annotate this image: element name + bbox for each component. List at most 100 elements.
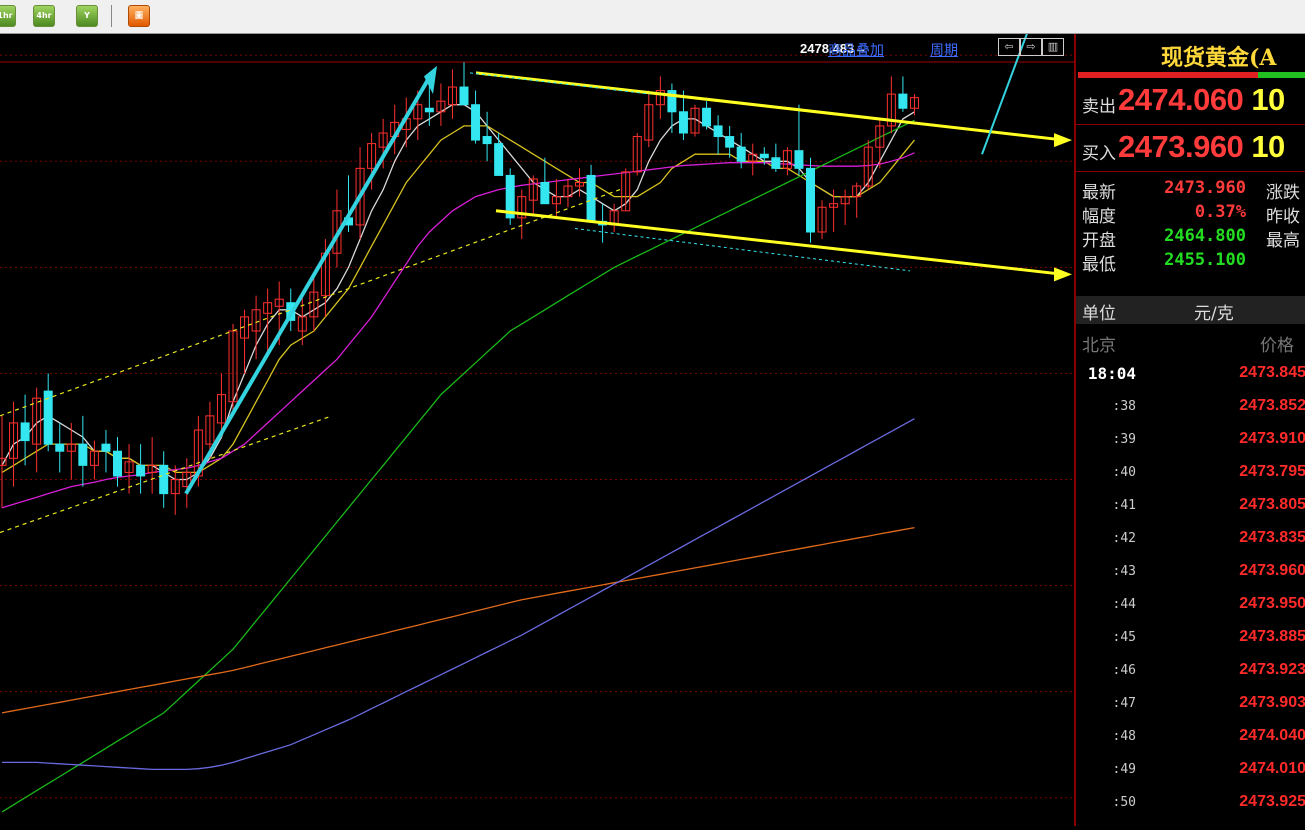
uptrend-channel-upper xyxy=(0,189,621,417)
stat-value-range: 0.37% xyxy=(1194,202,1246,222)
tick-time: :46 xyxy=(1112,663,1136,678)
descending-channel-upper xyxy=(475,71,1065,142)
candle-down xyxy=(471,104,481,141)
descending-channel-lower xyxy=(495,209,1065,276)
tick-price: 2473.950 xyxy=(1239,595,1305,612)
tick-price: 2473.903 xyxy=(1239,694,1305,711)
candle-down xyxy=(898,93,908,109)
impulse-arrowhead xyxy=(424,65,437,95)
buy-price-value: 2473.960 xyxy=(1118,129,1244,164)
scroll-right-icon[interactable]: ⇨ xyxy=(1020,38,1042,56)
year-chart-icon[interactable]: Y xyxy=(76,5,98,27)
arrowhead-upper xyxy=(1054,133,1072,148)
tick-price: 2473.910 xyxy=(1239,430,1305,447)
tick-time: :42 xyxy=(1112,531,1136,546)
toolbar-separator xyxy=(111,5,112,27)
arrowhead-lower xyxy=(1054,267,1072,282)
stat-value-low: 2455.100 xyxy=(1164,250,1246,270)
sell-row: 卖出 2474.060 10 xyxy=(1076,80,1305,125)
overlay-link[interactable]: 商品叠加 xyxy=(828,40,884,60)
tick-time: :49 xyxy=(1112,762,1136,777)
candle-down xyxy=(494,143,504,176)
stat-label-open: 开盘 xyxy=(1082,231,1116,251)
four-hour-chart-icon[interactable]: 4hr xyxy=(33,5,55,27)
moving-average-line xyxy=(1,152,915,509)
candle-down xyxy=(713,125,723,138)
candle-down xyxy=(736,146,746,162)
buy-row: 买入 2473.960 10 xyxy=(1076,127,1305,172)
tick-price: 2473.885 xyxy=(1239,628,1305,645)
sell-ratio-bar xyxy=(1078,72,1258,78)
unit-row: 单位 元/克 xyxy=(1076,296,1305,324)
window-controls: ⇦ ⇨ ▥ xyxy=(998,38,1068,56)
tick-time: :45 xyxy=(1112,630,1136,645)
candle-down xyxy=(482,136,492,145)
stat-label-prev-close: 昨收 xyxy=(1266,207,1300,227)
sell-qty: 10 xyxy=(1251,82,1285,117)
tick-price: 2473.805 xyxy=(1239,496,1305,513)
tick-price: 2474.010 xyxy=(1239,760,1305,777)
moving-average-line xyxy=(1,125,916,474)
candle-down xyxy=(20,422,30,442)
hour-chart-icon[interactable]: 1hr xyxy=(0,5,16,27)
candle-down xyxy=(78,443,88,466)
sell-label: 卖出 xyxy=(1082,97,1116,117)
buy-ratio-bar xyxy=(1258,72,1305,78)
instrument-title: 现货黄金(A xyxy=(1161,45,1277,71)
tick-price: 2473.923 xyxy=(1239,661,1305,678)
tick-price: 2473.925 xyxy=(1239,793,1305,810)
stat-label-latest: 最新 xyxy=(1082,183,1116,203)
price-column-header: 价格 xyxy=(1260,336,1294,356)
stat-label-range: 幅度 xyxy=(1082,207,1116,227)
grid-window-icon[interactable]: 圖 xyxy=(128,5,150,27)
stat-label-change: 涨跌 xyxy=(1266,183,1300,203)
scroll-left-icon[interactable]: ⇦ xyxy=(998,38,1020,56)
tick-price: 2473.795 xyxy=(1239,463,1305,480)
tick-price: 2473.845 xyxy=(1239,364,1305,381)
buy-price: 2473.960 10 xyxy=(1118,129,1285,165)
candle-down xyxy=(678,111,688,134)
panel-toggle-icon[interactable]: ▥ xyxy=(1042,38,1064,56)
tick-time: :38 xyxy=(1112,399,1136,414)
candle-down xyxy=(136,464,146,477)
tick-price: 2473.835 xyxy=(1239,529,1305,546)
period-link[interactable]: 周期 xyxy=(930,40,958,60)
buy-label: 买入 xyxy=(1082,144,1116,164)
candle-down xyxy=(771,157,781,169)
candle-down xyxy=(702,107,712,127)
candle-down xyxy=(759,153,769,159)
tick-time: :47 xyxy=(1112,696,1136,711)
tick-price: 2473.960 xyxy=(1239,562,1305,579)
tick-time: :50 xyxy=(1112,795,1136,810)
candlestick-chart: 2478.483→ xyxy=(0,0,1074,813)
toolbar: 1hr 4hr Y 圖 xyxy=(0,0,1305,34)
tick-time: :41 xyxy=(1112,498,1136,513)
quote-panel: 现货黄金(A 卖出 2474.060 10 买入 2473.960 10 最新 24… xyxy=(1074,34,1305,826)
buy-qty: 10 xyxy=(1251,129,1285,164)
tick-time: :43 xyxy=(1112,564,1136,579)
tick-time: :40 xyxy=(1112,465,1136,480)
stat-label-low: 最低 xyxy=(1082,255,1116,275)
tick-time: 18:04 xyxy=(1087,364,1136,383)
candle-down xyxy=(424,107,434,113)
candle-down xyxy=(586,174,596,222)
candle-down xyxy=(794,150,804,169)
candle-down xyxy=(725,136,735,148)
stat-value-open: 2464.800 xyxy=(1164,226,1246,246)
impulse-arrow-line xyxy=(184,71,434,495)
unit-label: 单位 xyxy=(1082,304,1116,324)
candle-down xyxy=(101,443,111,452)
tick-time: :44 xyxy=(1112,597,1136,612)
sell-price: 2474.060 10 xyxy=(1118,82,1285,118)
tick-price: 2474.040 xyxy=(1239,727,1305,744)
candle-down xyxy=(806,167,815,233)
candle-down xyxy=(113,450,122,477)
candle-down xyxy=(459,86,469,106)
candle-down xyxy=(540,182,550,205)
stat-label-high: 最高 xyxy=(1266,231,1300,251)
price-chart[interactable]: 2478.483→ 商品叠加 周期 ⇦ ⇨ ▥ xyxy=(0,0,1074,826)
unit-value: 元/克 xyxy=(1194,304,1234,324)
moving-average-line xyxy=(1,526,915,714)
tick-price: 2473.852 xyxy=(1239,397,1305,414)
cyan-dashed-lower xyxy=(574,227,911,272)
